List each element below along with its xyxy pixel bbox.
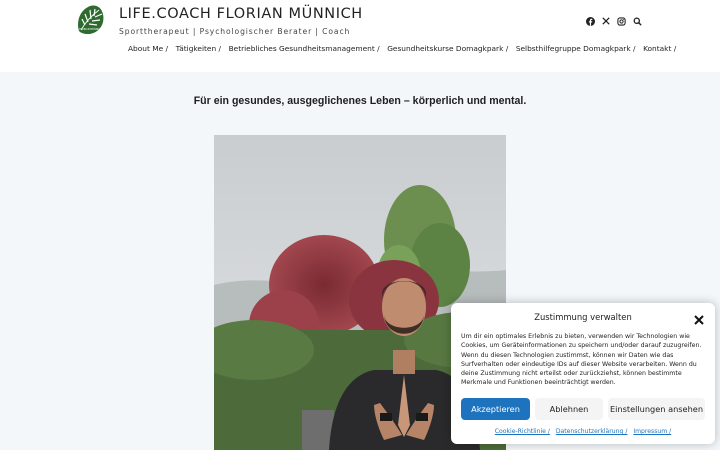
hero-slogan: Für ein gesundes, ausgeglichenes Leben –… [193,95,527,107]
view-settings-button[interactable]: Einstellungen ansehen [608,398,705,420]
nav-item-kontakt[interactable]: Kontakt / [643,44,676,56]
site-tagline: Sporttherapeut | Psychologischer Berater… [119,27,351,36]
nav-item-gesundheitskurse-domagkpark[interactable]: Gesundheitskurse Domagkpark / [387,44,508,56]
imprint-link[interactable]: Impressum / [633,428,671,435]
close-icon[interactable] [693,311,705,325]
cookie-dialog-text: Um dir ein optimales Erlebnis zu bieten,… [461,333,702,387]
deny-button[interactable]: Ablehnen [535,398,603,420]
privacy-policy-link[interactable]: Datenschutzerklärung / [556,428,628,435]
site-title[interactable]: LIFE.COACH FLORIAN MÜNNICH [119,6,363,22]
accept-button[interactable]: Akzeptieren [461,398,530,420]
site-header: FLORIAN MÜNNICH LIFE.COACH FLORIAN MÜNNI… [0,0,720,72]
nav-item-betriebliches-gesundheitsmanagement[interactable]: Betriebliches Gesundheitsmanagement / [229,44,380,56]
svg-text:FLORIAN MÜNNICH: FLORIAN MÜNNICH [79,28,102,31]
x-icon[interactable] [600,15,612,27]
cookie-dialog-title: Zustimmung verwalten [534,312,632,322]
cookie-policy-link[interactable]: Cookie-Richtlinie / [495,428,550,435]
nav-item-about-me[interactable]: About Me / [128,44,168,56]
nav-item-selbsthilfegruppe-domagkpark[interactable]: Selbsthilfegruppe Domagkpark / [516,44,636,56]
facebook-icon[interactable] [584,15,596,27]
search-icon[interactable] [631,15,643,27]
monstera-leaf-icon: FLORIAN MÜNNICH [72,2,109,38]
nav-item-taetigkeiten[interactable]: Tätigkeiten / [176,44,221,56]
main-navigation: About Me / Tätigkeiten / Betriebliches G… [128,44,684,56]
cookie-consent-dialog: Zustimmung verwalten Um dir ein optimale… [451,303,715,444]
instagram-icon[interactable] [615,15,627,27]
site-logo[interactable]: FLORIAN MÜNNICH [72,1,109,39]
cookie-dialog-links: Cookie-Richtlinie / Datenschutzerklärung… [451,428,715,435]
